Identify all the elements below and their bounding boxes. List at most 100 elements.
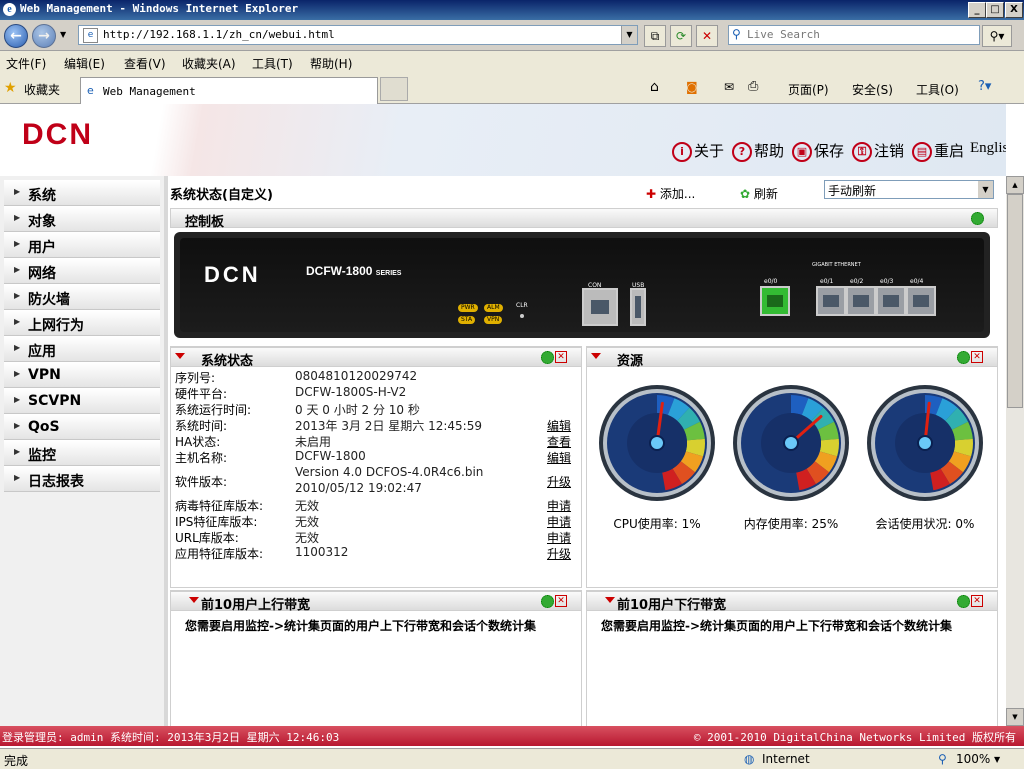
search-field[interactable]: ⚲ Live Search bbox=[728, 25, 980, 45]
scroll-thumb[interactable] bbox=[1007, 194, 1023, 408]
status-key: 软件版本: bbox=[175, 475, 228, 489]
edit-time-link[interactable]: 编辑 bbox=[547, 417, 571, 434]
collapse-arrow-icon[interactable] bbox=[605, 597, 615, 603]
print-icon[interactable]: ⎙ bbox=[748, 79, 758, 94]
refresh-icon[interactable]: ⟳ bbox=[670, 25, 692, 47]
minimize-button[interactable]: _ bbox=[968, 2, 986, 18]
back-icon[interactable]: ← bbox=[4, 24, 28, 48]
help-link[interactable]: ? 帮助 bbox=[732, 140, 784, 162]
home-icon[interactable]: ⌂ bbox=[650, 79, 659, 95]
favorites-label[interactable]: 收藏夹 bbox=[24, 81, 60, 98]
status-value: 未启用 bbox=[295, 435, 332, 449]
zoom-level[interactable]: 100% bbox=[956, 752, 990, 766]
about-link[interactable]: i 关于 bbox=[672, 140, 724, 162]
collapse-arrow-icon[interactable] bbox=[591, 353, 601, 359]
stop-icon[interactable]: ✕ bbox=[696, 25, 718, 47]
apply-url-link[interactable]: 申请 bbox=[547, 529, 571, 546]
safety-menu[interactable]: 安全(S) bbox=[852, 81, 893, 98]
search-placeholder: Live Search bbox=[747, 28, 820, 41]
upgrade-software-link[interactable]: 升级 bbox=[547, 473, 571, 490]
port-e0-4[interactable]: e0/4 bbox=[906, 278, 936, 316]
sidebar-item-vpn[interactable]: ▶ VPN bbox=[4, 362, 160, 388]
port-e0-1[interactable]: e0/1 bbox=[816, 278, 846, 316]
help-icon[interactable]: ?▾ bbox=[978, 79, 991, 94]
english-link[interactable]: English bbox=[970, 140, 1006, 157]
settings-gear-icon[interactable] bbox=[541, 595, 554, 608]
close-panel-icon[interactable]: ✕ bbox=[971, 351, 983, 363]
mail-icon[interactable]: ✉ bbox=[724, 80, 734, 94]
about-label: 关于 bbox=[694, 142, 725, 160]
settings-gear-icon[interactable] bbox=[957, 351, 970, 364]
menu-tools[interactable]: 工具(T) bbox=[252, 55, 293, 72]
sidebar-item-applications[interactable]: ▶ 应用 bbox=[4, 336, 160, 362]
close-panel-icon[interactable]: ✕ bbox=[555, 595, 567, 607]
collapse-arrow-icon[interactable] bbox=[189, 597, 199, 603]
sidebar-item-logs-reports[interactable]: ▶ 日志报表 bbox=[4, 466, 160, 492]
search-go-icon[interactable]: ⚲▾ bbox=[982, 25, 1012, 47]
settings-gear-icon[interactable] bbox=[957, 595, 970, 608]
menu-view[interactable]: 查看(V) bbox=[124, 55, 166, 72]
led-alm: ALM bbox=[484, 304, 503, 312]
top10-upload-panel: 前10用户上行带宽 ✕ 您需要启用监控->统计集页面的用户上下行带宽和会话个数统… bbox=[170, 590, 582, 728]
feeds-icon[interactable]: ◙ bbox=[686, 80, 698, 94]
sidebar-item-qos[interactable]: ▶ QoS bbox=[4, 414, 160, 440]
sidebar-item-internet-behavior[interactable]: ▶ 上网行为 bbox=[4, 310, 160, 336]
sidebar-item-monitor[interactable]: ▶ 监控 bbox=[4, 440, 160, 466]
forward-icon[interactable]: → bbox=[32, 24, 56, 48]
zoom-icon[interactable]: ⚲ bbox=[938, 752, 947, 766]
scroll-down-icon[interactable]: ▼ bbox=[1006, 708, 1024, 726]
page-menu[interactable]: 页面(P) bbox=[788, 81, 829, 98]
apply-av-link[interactable]: 申请 bbox=[547, 497, 571, 514]
compat-view-icon[interactable]: ⧉ bbox=[644, 25, 666, 47]
scroll-up-icon[interactable]: ▲ bbox=[1006, 176, 1024, 194]
refresh-circle-icon: ✿ bbox=[740, 187, 751, 201]
add-widget-button[interactable]: ✚ 添加... bbox=[646, 185, 695, 202]
port-e0-2[interactable]: e0/2 bbox=[846, 278, 876, 316]
port-e0-0[interactable]: e0/0 bbox=[760, 278, 790, 316]
expand-arrow-icon: ▶ bbox=[14, 265, 21, 274]
sidebar-item-firewall[interactable]: ▶ 防火墙 bbox=[4, 284, 160, 310]
favorites-star-icon[interactable]: ★ bbox=[4, 80, 17, 96]
sidebar-item-users[interactable]: ▶ 用户 bbox=[4, 232, 160, 258]
new-tab-button[interactable] bbox=[380, 77, 408, 101]
sidebar-item-label: 上网行为 bbox=[28, 318, 84, 334]
control-panel-header: 控制板 bbox=[170, 208, 998, 230]
close-button[interactable]: X bbox=[1005, 2, 1023, 18]
browser-tab[interactable]: e Web Management bbox=[80, 77, 378, 104]
menu-edit[interactable]: 编辑(E) bbox=[64, 55, 105, 72]
status-value: 0804810120029742 bbox=[295, 369, 418, 383]
live-search-icon: ⚲ bbox=[732, 27, 741, 41]
edit-hostname-link[interactable]: 编辑 bbox=[547, 449, 571, 466]
close-panel-icon[interactable]: ✕ bbox=[971, 595, 983, 607]
upgrade-app-db-link[interactable]: 升级 bbox=[547, 545, 571, 562]
tools-menu[interactable]: 工具(O) bbox=[916, 81, 959, 98]
zoom-dropdown-icon[interactable]: ▼ bbox=[994, 755, 1000, 764]
menu-help[interactable]: 帮助(H) bbox=[310, 55, 352, 72]
refresh-mode-select[interactable]: 手动刷新 ▼ bbox=[824, 180, 994, 199]
apply-ips-link[interactable]: 申请 bbox=[547, 513, 571, 530]
logout-link[interactable]: ⚿ 注销 bbox=[852, 140, 904, 162]
cpu-gauge bbox=[599, 385, 715, 501]
sidebar-item-system[interactable]: ▶ 系统 bbox=[4, 180, 160, 206]
page-scrollbar[interactable]: ▲ ▼ bbox=[1006, 176, 1024, 726]
view-ha-link[interactable]: 查看 bbox=[547, 433, 571, 450]
menu-favorites[interactable]: 收藏夹(A) bbox=[182, 55, 236, 72]
close-panel-icon[interactable]: ✕ bbox=[555, 351, 567, 363]
settings-gear-icon[interactable] bbox=[541, 351, 554, 364]
port-e0-3[interactable]: e0/3 bbox=[876, 278, 906, 316]
sidebar-item-network[interactable]: ▶ 网络 bbox=[4, 258, 160, 284]
sidebar-item-objects[interactable]: ▶ 对象 bbox=[4, 206, 160, 232]
address-url[interactable]: http://192.168.1.1/zh_cn/webui.html bbox=[103, 28, 335, 41]
address-bar[interactable]: e http://192.168.1.1/zh_cn/webui.html ▼ bbox=[78, 25, 638, 45]
menu-file[interactable]: 文件(F) bbox=[6, 55, 46, 72]
settings-gear-icon[interactable] bbox=[971, 212, 984, 225]
maximize-button[interactable]: □ bbox=[986, 2, 1004, 18]
history-dropdown-icon[interactable]: ▼ bbox=[60, 30, 66, 39]
refresh-button[interactable]: ✿ 刷新 bbox=[740, 185, 778, 202]
save-link[interactable]: ▣ 保存 bbox=[792, 140, 844, 162]
favorites-bar: ★ 收藏夹 e Web Management ⌂ ◙ ✉ ⎙ 页面(P) 安全(… bbox=[0, 73, 1024, 104]
sidebar-item-scvpn[interactable]: ▶ SCVPN bbox=[4, 388, 160, 414]
reboot-link[interactable]: ▤ 重启 bbox=[912, 140, 964, 162]
address-dropdown-icon[interactable]: ▼ bbox=[621, 26, 637, 44]
collapse-arrow-icon[interactable] bbox=[175, 353, 185, 359]
